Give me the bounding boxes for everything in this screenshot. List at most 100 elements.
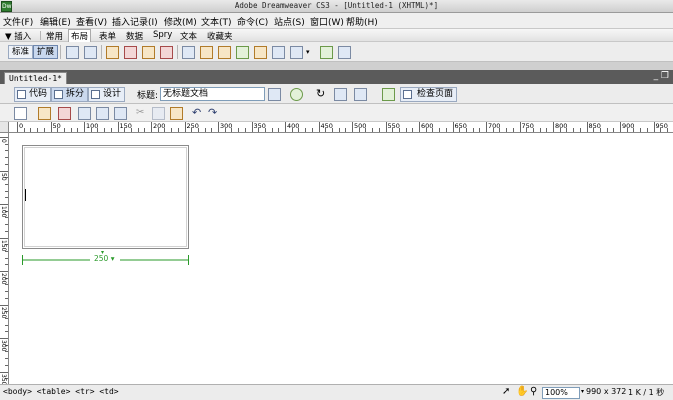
tab-common[interactable]: 常用 <box>44 30 65 42</box>
column-header-arrow-icon[interactable]: ▾ <box>101 249 104 256</box>
validate-markup-icon[interactable] <box>382 88 395 101</box>
ruler-tick <box>412 128 414 132</box>
split-view-button[interactable]: 拆分 <box>51 87 89 102</box>
table-width-indicator[interactable]: 250 ▾ <box>22 254 189 266</box>
tab-forms[interactable]: 表单 <box>97 30 118 42</box>
zoom-dropdown-chevron-icon[interactable]: ▾ <box>581 388 584 395</box>
tab-text[interactable]: 文本 <box>178 30 199 42</box>
tag-selector[interactable]: <body> <table> <tr> <td> <box>3 387 119 396</box>
insert-bar: ▼ 插入 常用 布局 表单 数据 Spry 文本 收藏夹 <box>0 29 673 42</box>
frameset-icon[interactable] <box>290 46 303 59</box>
ruler-tick <box>5 257 8 259</box>
ruler-tick <box>553 122 554 132</box>
save-all-icon[interactable] <box>96 107 109 120</box>
ruler-tick <box>5 297 8 299</box>
ruler-tick <box>77 128 79 132</box>
divider <box>60 45 61 59</box>
ruler-tick <box>218 122 219 132</box>
standard-toolbar: ✂ ↶ ↷ <box>0 104 673 122</box>
code-view-button[interactable]: 代码 <box>14 87 52 102</box>
insert-collapse-toggle[interactable]: ▼ 插入 <box>3 30 33 42</box>
menu-help[interactable]: 帮助(H) <box>346 15 378 28</box>
open-icon[interactable] <box>38 107 51 120</box>
copy-icon[interactable] <box>152 107 165 120</box>
view-options-icon[interactable] <box>334 88 347 101</box>
tab-favorites[interactable]: 收藏夹 <box>205 30 235 42</box>
expanded-table-icon[interactable] <box>338 46 351 59</box>
paste-icon[interactable] <box>170 107 183 120</box>
divider <box>177 45 178 59</box>
print-code-icon[interactable] <box>114 107 127 120</box>
pointer-tool-icon[interactable]: ➚ <box>502 386 510 397</box>
spry-menu-icon[interactable] <box>236 46 249 59</box>
table-width-label[interactable]: 250 ▾ <box>94 254 114 263</box>
file-management-icon[interactable] <box>268 88 281 101</box>
insert-left-column-icon[interactable] <box>142 46 155 59</box>
table-cell[interactable] <box>24 147 187 247</box>
layout-toolbar: 标准 扩展 ▾ <box>0 42 673 113</box>
menu-view[interactable]: 查看(V) <box>76 15 107 28</box>
select-above-row-icon[interactable] <box>106 46 119 59</box>
menu-edit[interactable]: 编辑(E) <box>40 15 71 28</box>
zoom-tool-icon[interactable]: ⚲ <box>530 386 537 397</box>
menu-file[interactable]: 文件(F) <box>3 15 33 28</box>
ruler-tick <box>546 128 548 132</box>
insert-right-column-icon[interactable] <box>160 46 173 59</box>
menu-insert-record[interactable]: 插入记录(I) <box>112 15 158 28</box>
cut-icon[interactable]: ✂ <box>136 107 144 118</box>
restore-window-icon[interactable]: _ ❐ <box>654 71 669 81</box>
ruler-tick <box>405 128 407 132</box>
tracing-image-icon[interactable] <box>218 46 231 59</box>
hand-tool-icon[interactable]: ✋ <box>516 386 528 397</box>
menu-modify[interactable]: 修改(M) <box>164 15 197 28</box>
new-document-icon[interactable] <box>14 107 27 120</box>
layer-icon[interactable] <box>200 46 213 59</box>
tab-data[interactable]: 数据 <box>124 30 145 42</box>
insert-below-row-icon[interactable] <box>124 46 137 59</box>
window-size[interactable]: 990 x 372 <box>586 387 626 396</box>
ruler-label: 350 <box>253 122 266 130</box>
panel-divider <box>0 62 673 70</box>
tab-spry[interactable]: Spry <box>151 30 174 40</box>
document-tab[interactable]: Untitled-1* <box>4 72 67 84</box>
iframe-icon[interactable] <box>272 46 285 59</box>
menu-site[interactable]: 站点(S) <box>274 15 305 28</box>
frames-icon[interactable] <box>182 46 195 59</box>
menu-text[interactable]: 文本(T) <box>201 15 232 28</box>
menu-window[interactable]: 窗口(W) <box>310 15 344 28</box>
standard-mode-table-icon[interactable] <box>320 46 333 59</box>
check-page-button[interactable]: 检查页面 <box>400 87 458 102</box>
menu-commands[interactable]: 命令(C) <box>237 15 268 28</box>
spry-panel-icon[interactable] <box>254 46 267 59</box>
ruler-origin[interactable] <box>0 122 9 133</box>
ruler-tick <box>184 122 186 132</box>
browse-bridge-icon[interactable] <box>58 107 71 120</box>
document-title-input[interactable]: 无标题文档 <box>160 87 265 101</box>
title-label: 标题: <box>137 91 159 101</box>
draw-div-icon[interactable] <box>84 46 97 59</box>
ruler-tick <box>204 128 206 132</box>
tab-layout[interactable]: 布局 <box>68 29 92 42</box>
design-view-button[interactable]: 设计 <box>88 87 126 102</box>
zoom-select[interactable]: 100% <box>542 387 580 399</box>
ruler-tick <box>63 128 65 132</box>
ruler-label: 0 <box>0 139 7 143</box>
ruler-tick <box>573 128 575 132</box>
save-icon[interactable] <box>78 107 91 120</box>
redo-icon[interactable]: ↷ <box>208 106 217 119</box>
ruler-tick <box>640 128 642 132</box>
visual-aids-icon[interactable] <box>354 88 367 101</box>
ruler-tick <box>311 128 313 132</box>
undo-icon[interactable]: ↶ <box>192 106 201 119</box>
ruler-tick <box>5 291 8 293</box>
standard-mode-button[interactable]: 标准 <box>8 45 34 59</box>
insert-table-icon[interactable] <box>66 46 79 59</box>
ruler-label: 200 <box>0 273 7 285</box>
preview-browser-icon[interactable] <box>290 88 303 101</box>
refresh-icon[interactable]: ↻ <box>316 87 325 100</box>
ruler-tick <box>23 128 25 132</box>
ruler-tick <box>84 122 85 132</box>
ruler-tick <box>620 122 621 132</box>
chevron-down-icon[interactable]: ▾ <box>306 48 310 56</box>
expanded-mode-button[interactable]: 扩展 <box>33 45 59 59</box>
